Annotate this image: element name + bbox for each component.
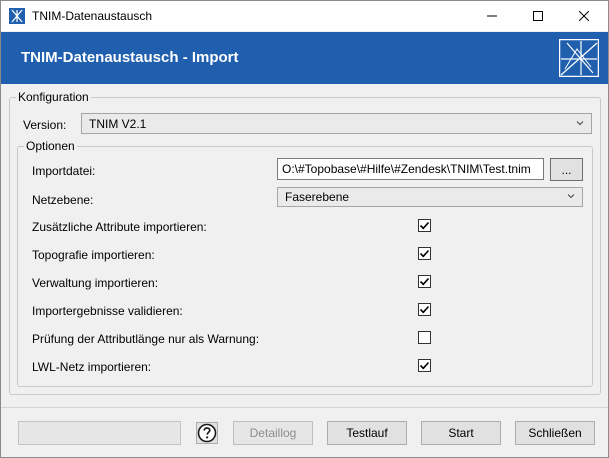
help-button[interactable]: [196, 422, 218, 444]
version-label: Version:: [23, 118, 67, 132]
browse-button[interactable]: ...: [550, 158, 583, 181]
checkmark-icon: [419, 249, 430, 258]
testlauf-button[interactable]: Testlauf: [327, 421, 407, 445]
checkbox-verwaltung[interactable]: [418, 275, 431, 288]
minimize-icon: [487, 15, 497, 17]
check-label-lwl-netz: LWL-Netz importieren:: [32, 360, 152, 374]
app-icon: [9, 8, 25, 24]
importdatei-label: Importdatei:: [32, 164, 96, 178]
version-value: TNIM V2.1: [89, 116, 147, 131]
status-progress-box: [18, 421, 181, 445]
chevron-down-icon: [576, 121, 584, 126]
check-label-topografie: Topografie importieren:: [32, 248, 155, 262]
close-button[interactable]: [561, 1, 607, 31]
maximize-button[interactable]: [515, 1, 561, 31]
import-window: TNIM-Datenaustausch TNIM-Datenaustausch …: [0, 0, 609, 458]
minimize-button[interactable]: [469, 1, 515, 31]
checkbox-attributlaenge[interactable]: [418, 331, 431, 344]
check-label-attributlaenge: Prüfung der Attributlänge nur als Warnun…: [32, 332, 260, 346]
netzebene-label: Netzebene:: [32, 193, 94, 207]
checkbox-importergebnisse[interactable]: [418, 303, 431, 316]
optionen-group: Optionen: [17, 139, 593, 387]
netzebene-value: Faserebene: [285, 190, 350, 204]
importdatei-value: O:\#Topobase\#Hilfe\#Zendesk\TNIM\Test.t…: [282, 162, 531, 176]
title-bar[interactable]: TNIM-Datenaustausch: [1, 1, 608, 31]
checkbox-lwl-netz[interactable]: [418, 359, 431, 372]
tnim-logo-icon: [559, 39, 599, 77]
schliessen-button[interactable]: Schließen: [515, 421, 595, 445]
footer-separator: [1, 407, 608, 408]
konfiguration-legend: Konfiguration: [16, 90, 91, 104]
page-title: TNIM-Datenaustausch - Import: [21, 49, 239, 66]
netzebene-select[interactable]: Faserebene: [277, 187, 583, 207]
header-band: TNIM-Datenaustausch - Import: [1, 32, 608, 84]
checkbox-topografie[interactable]: [418, 247, 431, 260]
window-title: TNIM-Datenaustausch: [32, 9, 153, 23]
start-button[interactable]: Start: [421, 421, 501, 445]
maximize-icon: [533, 11, 543, 21]
checkmark-icon: [419, 221, 430, 230]
close-icon: [579, 11, 589, 21]
version-select[interactable]: TNIM V2.1: [81, 113, 592, 134]
optionen-legend: Optionen: [24, 139, 77, 153]
detaillog-button[interactable]: Detaillog: [233, 421, 313, 445]
checkmark-icon: [419, 305, 430, 314]
chevron-down-icon: [567, 194, 575, 199]
check-label-importergebnisse: Importergebnisse validieren:: [32, 304, 183, 318]
checkmark-icon: [419, 277, 430, 286]
checkmark-icon: [419, 361, 430, 370]
importdatei-input[interactable]: O:\#Topobase\#Hilfe\#Zendesk\TNIM\Test.t…: [277, 158, 544, 180]
check-label-verwaltung: Verwaltung importieren:: [32, 276, 159, 290]
check-label-zusaetzliche-attribute: Zusätzliche Attribute importieren:: [32, 220, 207, 234]
checkbox-zusaetzliche-attribute[interactable]: [418, 219, 431, 232]
